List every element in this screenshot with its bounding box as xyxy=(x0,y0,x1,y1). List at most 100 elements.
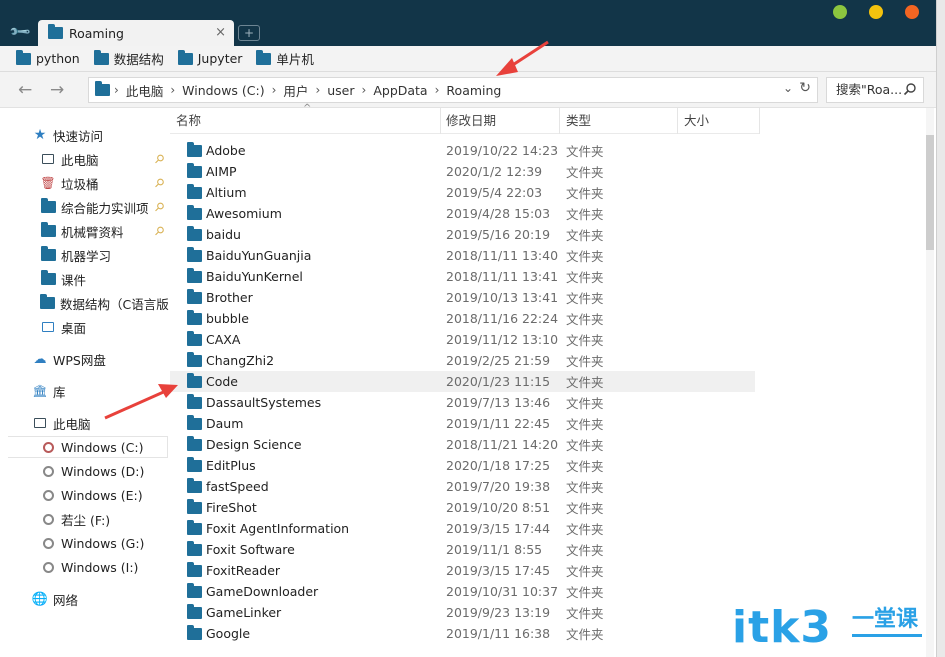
address-bar[interactable]: › 此电脑 › Windows (C:) › 用户 › user › AppData › Roamin… xyxy=(88,77,818,103)
breadcrumb-separator[interactable]: › xyxy=(170,83,175,97)
breadcrumb-separator[interactable]: › xyxy=(362,83,367,97)
pin-icon[interactable]: ⚲ xyxy=(152,175,168,191)
file-row[interactable]: Foxit Software 2019/11/1 8:55 文件夹 xyxy=(170,539,755,560)
sidebar-item-drive[interactable]: Windows (G:) xyxy=(8,532,168,554)
column-name[interactable]: 名称 xyxy=(170,108,441,134)
folder-icon xyxy=(187,582,202,598)
file-row[interactable]: Awesomium 2019/4/28 15:03 文件夹 xyxy=(170,203,755,224)
folder-icon xyxy=(187,603,202,619)
breadcrumb-separator[interactable]: › xyxy=(315,83,320,97)
file-row[interactable]: baidu 2019/5/16 20:19 文件夹 xyxy=(170,224,755,245)
sidebar-item-quick[interactable]: 课件 xyxy=(8,268,168,290)
breadcrumb-item[interactable]: user xyxy=(327,83,354,98)
forward-button[interactable]: → xyxy=(50,80,64,100)
file-row[interactable]: Brother 2019/10/13 13:41 文件夹 xyxy=(170,287,755,308)
bookmark-item[interactable]: 数据结构 xyxy=(93,49,164,68)
file-name: Adobe xyxy=(206,143,246,158)
sidebar-item-quick[interactable]: 数据结构（C语言版 xyxy=(8,292,169,314)
sidebar-item-quick[interactable]: 此电脑 ⚲ xyxy=(8,148,168,170)
file-row[interactable]: Code 2020/1/23 11:15 文件夹 xyxy=(170,371,755,392)
maximize-button[interactable] xyxy=(833,5,847,19)
tab-roaming[interactable]: Roaming × xyxy=(38,20,234,46)
bookmark-item[interactable]: python xyxy=(16,49,80,66)
article-text-fragment xyxy=(0,640,700,657)
column-size[interactable]: 大小 xyxy=(678,108,760,134)
sidebar-item-drive[interactable]: Windows (I:) xyxy=(8,556,168,578)
breadcrumb-separator[interactable]: › xyxy=(114,83,119,97)
file-name: Brother xyxy=(206,290,253,305)
file-row[interactable]: CAXA 2019/11/12 13:10 文件夹 xyxy=(170,329,755,350)
file-name: Daum xyxy=(206,416,244,431)
sidebar-item-quick[interactable]: 桌面 xyxy=(8,316,168,338)
file-row[interactable]: Adobe 2019/10/22 14:23 文件夹 xyxy=(170,140,755,161)
sidebar-item-drive[interactable]: Windows (D:) xyxy=(8,460,168,482)
sidebar-item-drive[interactable]: 若尘 (F:) xyxy=(8,508,168,530)
sidebar-item-library[interactable]: 🏛 库 xyxy=(8,380,168,402)
file-row[interactable]: BaiduYunGuanjia 2018/11/11 13:40 文件夹 xyxy=(170,245,755,266)
file-row[interactable]: EditPlus 2020/1/18 17:25 文件夹 xyxy=(170,455,755,476)
file-name: BaiduYunGuanjia xyxy=(206,248,312,263)
file-name: BaiduYunKernel xyxy=(206,269,303,284)
column-modified[interactable]: 修改日期 xyxy=(440,108,560,134)
sidebar-item-quick[interactable]: 🗑 垃圾桶 ⚲ xyxy=(8,172,168,194)
file-row[interactable]: DassaultSystemes 2019/7/13 13:46 文件夹 xyxy=(170,392,755,413)
close-icon[interactable]: × xyxy=(215,25,226,40)
sidebar-item-quick[interactable]: 机器学习 xyxy=(8,244,168,266)
close-window-button[interactable] xyxy=(905,5,919,19)
sidebar-item-label: 快速访问 xyxy=(53,128,104,144)
breadcrumb-item[interactable]: Windows (C:) xyxy=(182,83,264,98)
pin-icon[interactable]: ⚲ xyxy=(152,199,168,215)
folder-icon xyxy=(187,267,202,283)
file-row[interactable]: ChangZhi2 2019/2/25 21:59 文件夹 xyxy=(170,350,755,371)
file-row[interactable]: GameDownloader 2019/10/31 10:37 文件夹 xyxy=(170,581,755,602)
refresh-icon[interactable]: ↻ xyxy=(799,80,811,96)
sidebar-item-this-pc[interactable]: 此电脑 xyxy=(8,412,168,434)
pin-icon[interactable]: ⚲ xyxy=(152,223,168,239)
window-edge xyxy=(936,0,945,657)
file-row[interactable]: GameLinker 2019/9/23 13:19 文件夹 xyxy=(170,602,755,623)
file-date: 2020/1/18 17:25 xyxy=(446,458,551,473)
file-row[interactable]: FireShot 2019/10/20 8:51 文件夹 xyxy=(170,497,755,518)
sidebar-item-label: 此电脑 xyxy=(61,152,99,168)
breadcrumb-item[interactable]: 此电脑 xyxy=(126,81,164,100)
breadcrumb-item[interactable]: AppData xyxy=(373,83,427,98)
breadcrumb-item[interactable]: 用户 xyxy=(283,81,308,100)
sidebar-item-wps[interactable]: ☁ WPS网盘 xyxy=(8,348,168,370)
new-tab-button[interactable]: + xyxy=(238,25,260,41)
search-input[interactable]: 搜索"Roa... xyxy=(826,77,924,103)
sidebar-item-drive[interactable]: Windows (C:) xyxy=(8,436,168,458)
folder-icon xyxy=(187,141,202,157)
back-button[interactable]: ← xyxy=(18,80,32,100)
search-icon[interactable] xyxy=(903,78,917,102)
file-row[interactable]: BaiduYunKernel 2018/11/11 13:41 文件夹 xyxy=(170,266,755,287)
scrollbar-thumb[interactable] xyxy=(926,135,934,250)
file-name: Code xyxy=(206,374,239,389)
sidebar-item-quick[interactable]: 综合能力实训项 ⚲ xyxy=(8,196,168,218)
file-row[interactable]: Foxit AgentInformation 2019/3/15 17:44 文件夹 xyxy=(170,518,755,539)
file-row[interactable]: AIMP 2020/1/2 12:39 文件夹 xyxy=(170,161,755,182)
sidebar-item-quick[interactable]: 机械臂资料 ⚲ xyxy=(8,220,168,242)
sidebar-item-drive[interactable]: Windows (E:) xyxy=(8,484,168,506)
minimize-button[interactable] xyxy=(869,5,883,19)
sidebar-quick-access[interactable]: ★ 快速访问 xyxy=(8,124,168,146)
file-row[interactable]: Altium 2019/5/4 22:03 文件夹 xyxy=(170,182,755,203)
bookmark-item[interactable]: Jupyter xyxy=(177,49,242,66)
file-row[interactable]: bubble 2018/11/16 22:24 文件夹 xyxy=(170,308,755,329)
file-row[interactable]: Daum 2019/1/11 22:45 文件夹 xyxy=(170,413,755,434)
bookmark-label: 单片机 xyxy=(276,52,314,67)
file-row[interactable]: FoxitReader 2019/3/15 17:45 文件夹 xyxy=(170,560,755,581)
chevron-down-icon[interactable]: ⌄ xyxy=(783,81,793,95)
wrench-icon[interactable]: 🔧 xyxy=(9,20,33,44)
pin-icon[interactable]: ⚲ xyxy=(152,151,168,167)
file-name: CAXA xyxy=(206,332,241,347)
column-type[interactable]: 类型 xyxy=(560,108,678,134)
bookmark-item[interactable]: 单片机 xyxy=(256,49,314,68)
breadcrumb-item[interactable]: Roaming xyxy=(446,83,501,98)
trash-icon: 🗑 xyxy=(40,176,56,190)
file-row[interactable]: fastSpeed 2019/7/20 19:38 文件夹 xyxy=(170,476,755,497)
file-row[interactable]: Design Science 2018/11/21 14:20 文件夹 xyxy=(170,434,755,455)
breadcrumb-separator[interactable]: › xyxy=(272,83,277,97)
sidebar-item-network[interactable]: 🌐 网络 xyxy=(8,588,168,610)
breadcrumb-separator[interactable]: › xyxy=(435,83,440,97)
star-icon: ★ xyxy=(33,127,47,143)
